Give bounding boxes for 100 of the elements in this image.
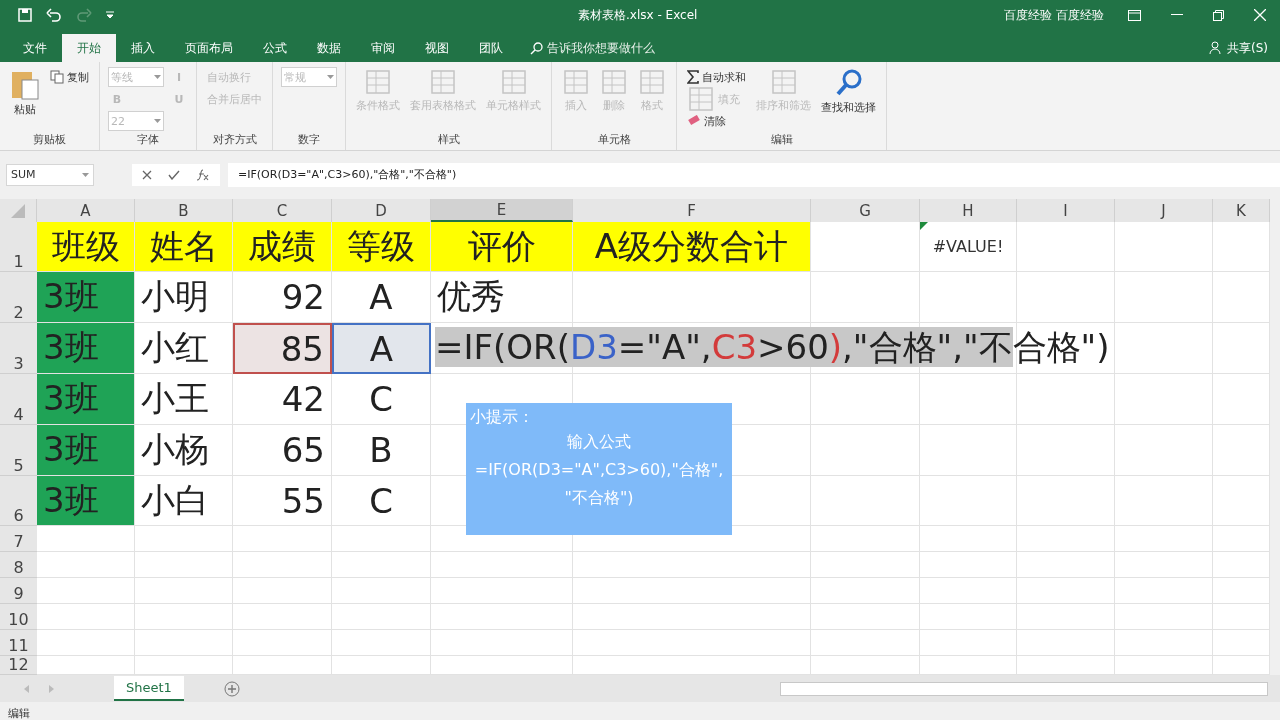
ribbon-tab[interactable]: 开始 — [62, 34, 116, 62]
tip-text: "不合格") — [563, 487, 635, 509]
table-cell: 小明 — [135, 272, 233, 323]
table-cell: 小杨 — [135, 425, 233, 476]
table-cell: A — [332, 272, 431, 323]
column-header[interactable]: J — [1115, 199, 1213, 222]
share-button[interactable]: 共享(S) — [1227, 39, 1268, 57]
minimize-icon[interactable] — [1171, 14, 1183, 16]
customize-icon[interactable] — [106, 11, 114, 19]
horizontal-scrollbar[interactable] — [780, 681, 1268, 696]
row-header[interactable]: 1 — [0, 222, 37, 272]
ribbon-tab[interactable]: 数据 — [302, 34, 356, 62]
table-cell — [1213, 552, 1270, 578]
ribbon-tab[interactable]: 文件 — [8, 34, 62, 62]
search-icon — [530, 41, 543, 55]
ribbon-tab[interactable]: 视图 — [410, 34, 464, 62]
tip-text: =IF(OR(D3="A",C3>60),"合格", — [473, 459, 725, 481]
ribbon-tab[interactable]: 公式 — [248, 34, 302, 62]
table-cell: 85 — [233, 323, 332, 374]
tell-me-field[interactable]: 告诉我你想要做什么 — [547, 39, 655, 57]
row-header[interactable]: 7 — [0, 526, 37, 552]
table-cell: 92 — [233, 272, 332, 323]
column-header[interactable]: B — [135, 199, 233, 222]
row-header[interactable]: 3 — [0, 323, 37, 374]
group-label: 单元格 — [596, 132, 632, 148]
add-sheet-icon[interactable] — [223, 680, 240, 697]
table-cell: 55 — [233, 476, 332, 526]
ribbon-display-icon[interactable] — [1128, 9, 1141, 21]
ribbon-button[interactable]: 粘贴 — [8, 66, 42, 117]
row-header[interactable]: 9 — [0, 578, 37, 604]
table-cell: 65 — [233, 425, 332, 476]
row-header[interactable]: 11 — [0, 630, 37, 656]
table-icon — [638, 68, 666, 96]
table-cell: 3班 — [37, 374, 135, 425]
column-header[interactable]: I — [1017, 199, 1115, 222]
table-cell: C — [332, 476, 431, 526]
restore-icon[interactable] — [1213, 9, 1224, 21]
table-cell: 3班 — [37, 272, 135, 323]
window-title: 素材表格.xlsx - Excel — [578, 6, 699, 24]
group-label: 对齐方式 — [211, 132, 258, 148]
table-cell: 小王 — [135, 374, 233, 425]
row-header[interactable]: 5 — [0, 425, 37, 476]
close-icon[interactable] — [1254, 9, 1266, 21]
tip-title: 小提示： — [469, 407, 535, 428]
column-header[interactable]: D — [332, 199, 431, 222]
undo-icon[interactable] — [46, 8, 62, 22]
column-header[interactable]: K — [1213, 199, 1270, 222]
name-box[interactable]: SUM — [6, 163, 94, 186]
table-cell — [1213, 578, 1270, 604]
column-header[interactable]: H — [920, 199, 1017, 222]
save-icon[interactable] — [18, 8, 32, 22]
table-cell: C — [332, 374, 431, 425]
copy-icon — [50, 70, 64, 84]
ribbon-button[interactable]: 自动求和 — [685, 69, 748, 85]
eraser-icon — [687, 115, 701, 127]
row-header[interactable]: 12 — [0, 656, 37, 675]
column-header[interactable]: F — [573, 199, 811, 222]
caret-icon — [154, 119, 161, 123]
function-icon[interactable] — [196, 168, 210, 181]
ribbon-tab[interactable]: 页面布局 — [170, 34, 248, 62]
column-header[interactable]: A — [37, 199, 135, 222]
caret-icon — [327, 75, 334, 79]
row-header[interactable]: 10 — [0, 604, 37, 630]
sheet-tab[interactable]: Sheet1 — [114, 676, 184, 701]
group-label: 字体 — [136, 132, 160, 148]
column-header[interactable]: C — [233, 199, 332, 222]
row-header[interactable]: 4 — [0, 374, 37, 425]
ribbon-tab[interactable]: 团队 — [464, 34, 518, 62]
table-cell: #VALUE! — [920, 222, 1017, 272]
table-icon — [429, 68, 457, 96]
row-header[interactable]: 8 — [0, 552, 37, 578]
table-cell: 姓名 — [135, 222, 233, 272]
ribbon-tab[interactable]: 审阅 — [356, 34, 410, 62]
caret-icon — [82, 172, 89, 177]
checkmark-icon[interactable] — [168, 169, 180, 180]
table-icon — [562, 68, 590, 96]
ribbon-tab[interactable]: 插入 — [116, 34, 170, 62]
column-header[interactable]: G — [811, 199, 920, 222]
user-name: 百度经验 百度经验 — [1004, 6, 1104, 24]
table-cell: 班级 — [37, 222, 135, 272]
ribbon-button[interactable]: 清除 — [685, 113, 748, 129]
table-cell: A级分数合计 — [573, 222, 811, 272]
row-header[interactable]: 6 — [0, 476, 37, 526]
column-header[interactable]: E — [431, 199, 573, 222]
table-cell: 42 — [233, 374, 332, 425]
table-cell: 3班 — [37, 323, 135, 374]
table-cell: 优秀 — [431, 272, 573, 323]
cancel-icon[interactable] — [142, 169, 152, 180]
row-header[interactable]: 2 — [0, 272, 37, 323]
formula-input[interactable]: =IF(OR(D3="A",C3>60),"合格","不合格") — [228, 162, 1280, 187]
ribbon-button[interactable]: 查找和选择 — [819, 66, 878, 115]
table-cell — [1213, 630, 1270, 656]
table-cell — [1213, 374, 1270, 425]
table-cell — [1213, 425, 1270, 476]
tip-text: 输入公式 — [566, 431, 632, 453]
group-label: 数字 — [297, 132, 321, 148]
ribbon-button[interactable]: 复制 — [48, 69, 91, 85]
cell-formula-input[interactable]: =IF(OR(D3="A",C3>60),"合格","不合格") — [435, 325, 1110, 371]
table-cell — [1213, 526, 1270, 552]
table-icon — [769, 68, 798, 96]
